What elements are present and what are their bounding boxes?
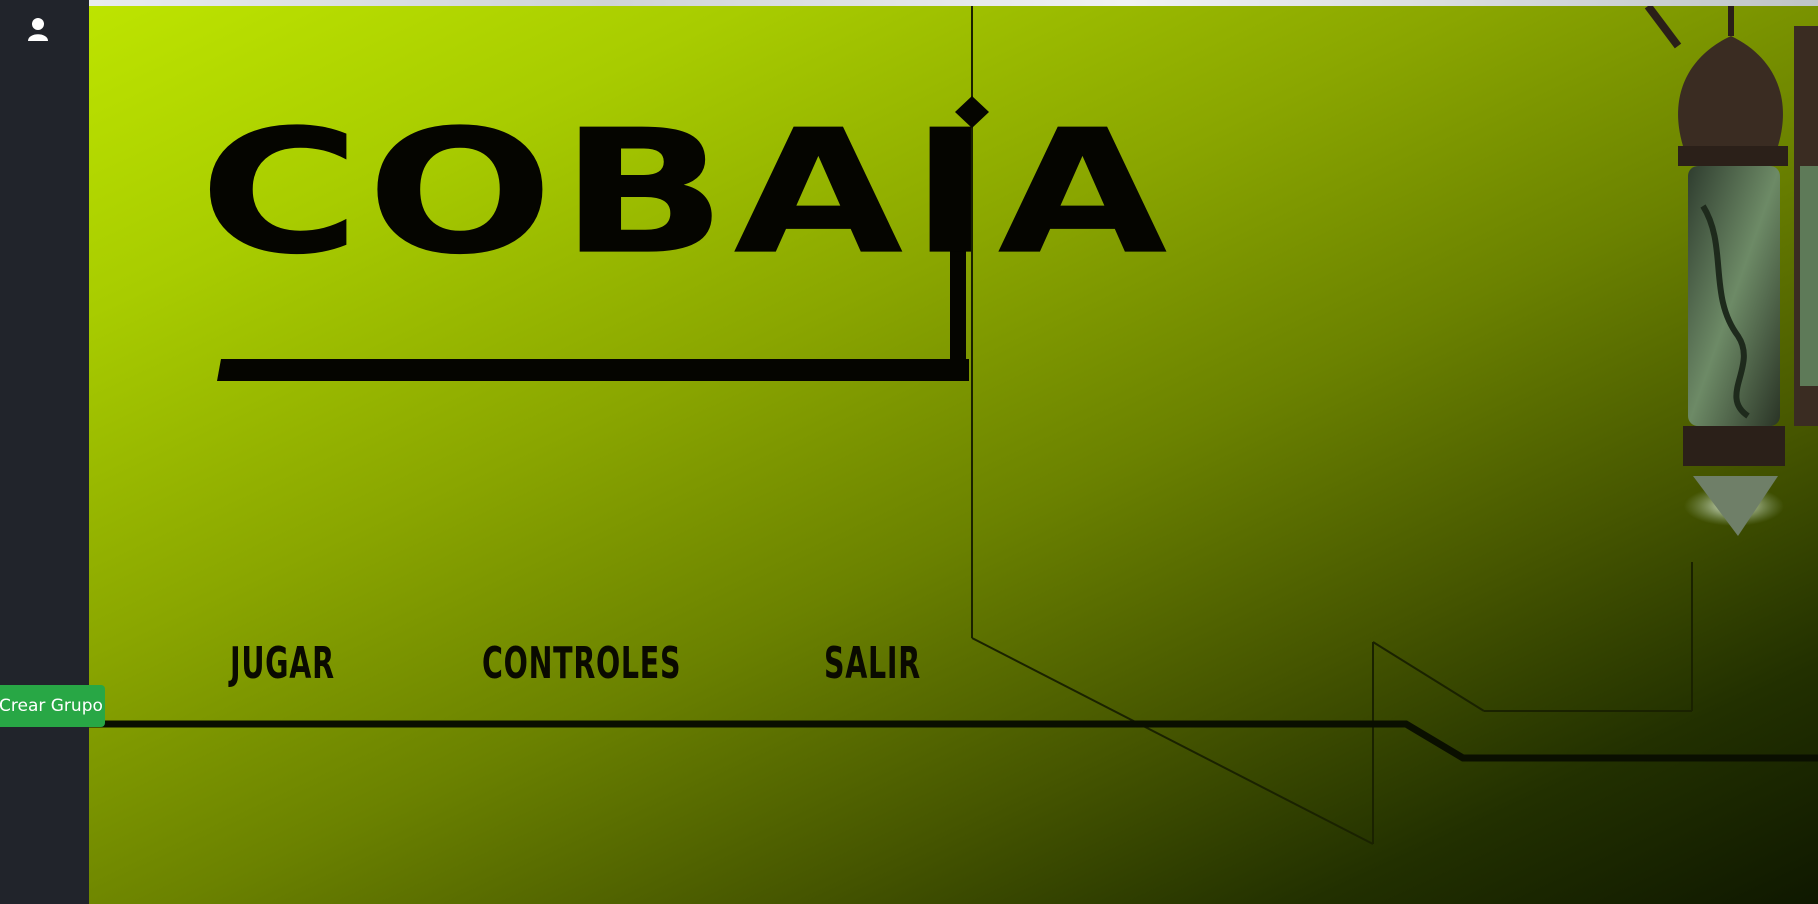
sidebar [0, 0, 89, 904]
game-canvas[interactable]: COBAIA JUGAR CONTROLES SALIR [89, 6, 1818, 904]
menu-controls[interactable]: CONTROLES [482, 638, 681, 689]
logo-text: COBAIA [199, 92, 1174, 293]
user-icon[interactable] [26, 16, 50, 42]
create-group-button[interactable]: Crear Grupo [0, 685, 105, 727]
lantern-image [1644, 6, 1818, 536]
menu-exit[interactable]: SALIR [824, 638, 921, 689]
game-logo: COBAIA [199, 91, 1239, 401]
menu-play[interactable]: JUGAR [230, 638, 335, 689]
